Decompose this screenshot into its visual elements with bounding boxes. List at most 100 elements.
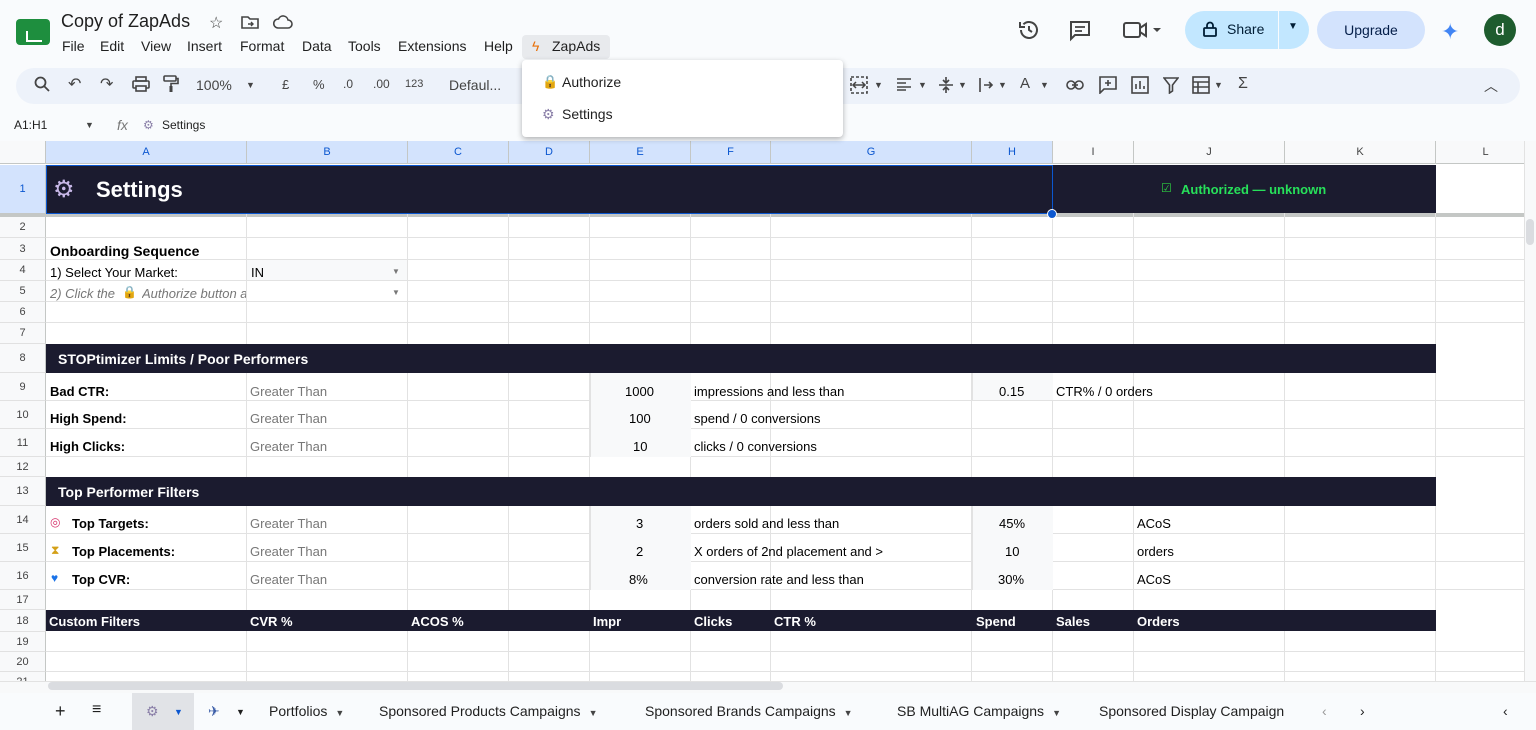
- filter-views-dropdown-icon[interactable]: ▼: [1214, 80, 1223, 90]
- row-header-15[interactable]: 15: [0, 534, 46, 562]
- column-header-h[interactable]: H: [972, 141, 1053, 164]
- avatar[interactable]: d: [1484, 14, 1516, 46]
- sales-column-header[interactable]: Sales: [1056, 614, 1090, 629]
- share-button[interactable]: Share ▼: [1185, 11, 1309, 49]
- settings-title[interactable]: Settings: [96, 177, 183, 203]
- menu-file[interactable]: File: [62, 38, 85, 54]
- high-spend-op[interactable]: Greater Than: [250, 411, 327, 426]
- insert-chart-icon[interactable]: [1131, 76, 1149, 97]
- history-icon[interactable]: [1017, 18, 1041, 42]
- insert-comment-icon[interactable]: [1099, 76, 1117, 97]
- sheet-tab-sponsored-products[interactable]: Sponsored Products Campaigns ▼: [379, 703, 597, 719]
- currency-format-button[interactable]: £: [282, 77, 289, 92]
- menu-view[interactable]: View: [141, 38, 171, 54]
- column-header-i[interactable]: I: [1053, 141, 1134, 164]
- row-header-21[interactable]: 21: [0, 672, 46, 681]
- top-performer-band[interactable]: [46, 477, 1436, 506]
- increase-decimal-button[interactable]: .00: [373, 77, 390, 91]
- align-horizontal-icon[interactable]: [896, 77, 912, 94]
- settings-tab-dropdown-icon[interactable]: ▼: [174, 707, 183, 717]
- top-targets-op[interactable]: Greater Than: [250, 516, 327, 531]
- sheet-tab-sponsored-brands[interactable]: Sponsored Brands Campaigns ▼: [645, 703, 853, 719]
- top-targets-desc[interactable]: orders sold and less than: [694, 516, 839, 531]
- high-clicks-label[interactable]: High Clicks:: [50, 439, 125, 454]
- authorization-status[interactable]: Authorized — unknown: [1181, 182, 1326, 197]
- top-targets-value2[interactable]: 45%: [999, 516, 1025, 531]
- market-dropdown[interactable]: [247, 260, 407, 280]
- top-performer-heading[interactable]: Top Performer Filters: [58, 484, 199, 500]
- sheet-tab-settings[interactable]: [132, 693, 194, 730]
- menu-edit[interactable]: Edit: [100, 38, 124, 54]
- search-menus-icon[interactable]: [34, 76, 50, 95]
- redo-icon[interactable]: ↷: [100, 74, 113, 94]
- column-header-j[interactable]: J: [1134, 141, 1285, 164]
- insert-link-icon[interactable]: [1066, 78, 1084, 94]
- top-cvr-suffix[interactable]: ACoS: [1137, 572, 1171, 587]
- row-header-5[interactable]: 5: [0, 281, 46, 302]
- row-header-11[interactable]: 11: [0, 429, 46, 457]
- more-formats-button[interactable]: 123: [405, 78, 423, 90]
- impr-column-header[interactable]: Impr: [593, 614, 621, 629]
- row-header-7[interactable]: 7: [0, 323, 46, 344]
- wrap-dropdown-icon[interactable]: ▼: [998, 80, 1007, 90]
- column-header-b[interactable]: B: [247, 141, 408, 164]
- bad-ctr-suffix[interactable]: CTR% / 0 orders: [1056, 384, 1153, 399]
- name-box-dropdown-icon[interactable]: ▼: [85, 120, 94, 130]
- row-header-1[interactable]: 1: [0, 165, 46, 214]
- menu-item-settings[interactable]: Settings: [562, 106, 613, 122]
- zoom-select[interactable]: 100%: [196, 77, 232, 93]
- upgrade-button[interactable]: Upgrade: [1317, 11, 1425, 49]
- top-targets-value[interactable]: 3: [636, 516, 643, 531]
- menu-format[interactable]: Format: [240, 38, 284, 54]
- filter-views-icon[interactable]: [1192, 76, 1210, 97]
- top-placements-desc[interactable]: X orders of 2nd placement and >: [694, 544, 883, 559]
- row-header-13[interactable]: 13: [0, 477, 46, 506]
- decrease-decimal-button[interactable]: .0: [343, 77, 353, 91]
- high-spend-desc[interactable]: spend / 0 conversions: [694, 411, 820, 426]
- menu-extensions[interactable]: Extensions: [398, 38, 466, 54]
- row-header-14[interactable]: 14: [0, 506, 46, 534]
- gemini-icon[interactable]: ✦: [1441, 19, 1459, 45]
- menu-data[interactable]: Data: [302, 38, 332, 54]
- menu-zapads[interactable]: ZapAds: [552, 38, 600, 54]
- row-header-12[interactable]: 12: [0, 457, 46, 477]
- high-spend-value[interactable]: 100: [629, 411, 651, 426]
- menu-insert[interactable]: Insert: [187, 38, 222, 54]
- bad-ctr-value2[interactable]: 0.15: [999, 384, 1024, 399]
- row-header-20[interactable]: 20: [0, 652, 46, 672]
- comment-icon[interactable]: [1068, 18, 1092, 42]
- filter-icon[interactable]: [1162, 76, 1180, 97]
- high-clicks-value[interactable]: 10: [633, 439, 647, 454]
- row-header-4[interactable]: 4: [0, 260, 46, 281]
- collapse-toolbar-icon[interactable]: ︿: [1484, 76, 1498, 96]
- scroll-tabs-right-icon[interactable]: ›: [1360, 703, 1365, 719]
- menu-tools[interactable]: Tools: [348, 38, 381, 54]
- column-header-a[interactable]: A: [46, 141, 247, 164]
- collapse-tabs-icon[interactable]: ‹: [1503, 703, 1508, 719]
- high-spend-label[interactable]: High Spend:: [50, 411, 127, 426]
- move-folder-icon[interactable]: [241, 14, 259, 35]
- high-clicks-desc[interactable]: clicks / 0 conversions: [694, 439, 817, 454]
- top-placements-label[interactable]: Top Placements:: [72, 544, 175, 559]
- font-family-select[interactable]: Defaul...: [449, 77, 501, 93]
- menu-item-authorize[interactable]: Authorize: [562, 74, 621, 90]
- document-title[interactable]: Copy of ZapAds: [61, 11, 190, 32]
- spend-column-header[interactable]: Spend: [976, 614, 1016, 629]
- top-targets-suffix[interactable]: ACoS: [1137, 516, 1171, 531]
- cloud-saved-icon[interactable]: [272, 14, 293, 35]
- top-cvr-op[interactable]: Greater Than: [250, 572, 327, 587]
- print-icon[interactable]: [132, 75, 150, 96]
- sheet-tab-portfolios[interactable]: Portfolios ▼: [269, 703, 344, 719]
- row-header-6[interactable]: 6: [0, 302, 46, 323]
- row-header-18[interactable]: 18: [0, 610, 46, 632]
- selection-handle[interactable]: [1047, 209, 1057, 219]
- column-header-c[interactable]: C: [408, 141, 509, 164]
- bad-ctr-value[interactable]: 1000: [625, 384, 654, 399]
- acos-column-header[interactable]: ACOS %: [411, 614, 464, 629]
- menu-help[interactable]: Help: [484, 38, 513, 54]
- column-header-l[interactable]: L: [1436, 141, 1524, 164]
- star-icon[interactable]: ☆: [209, 13, 223, 33]
- merge-dropdown-icon[interactable]: ▼: [874, 80, 883, 90]
- sheets-logo[interactable]: [16, 19, 50, 45]
- market-label[interactable]: 1) Select Your Market:: [50, 265, 178, 280]
